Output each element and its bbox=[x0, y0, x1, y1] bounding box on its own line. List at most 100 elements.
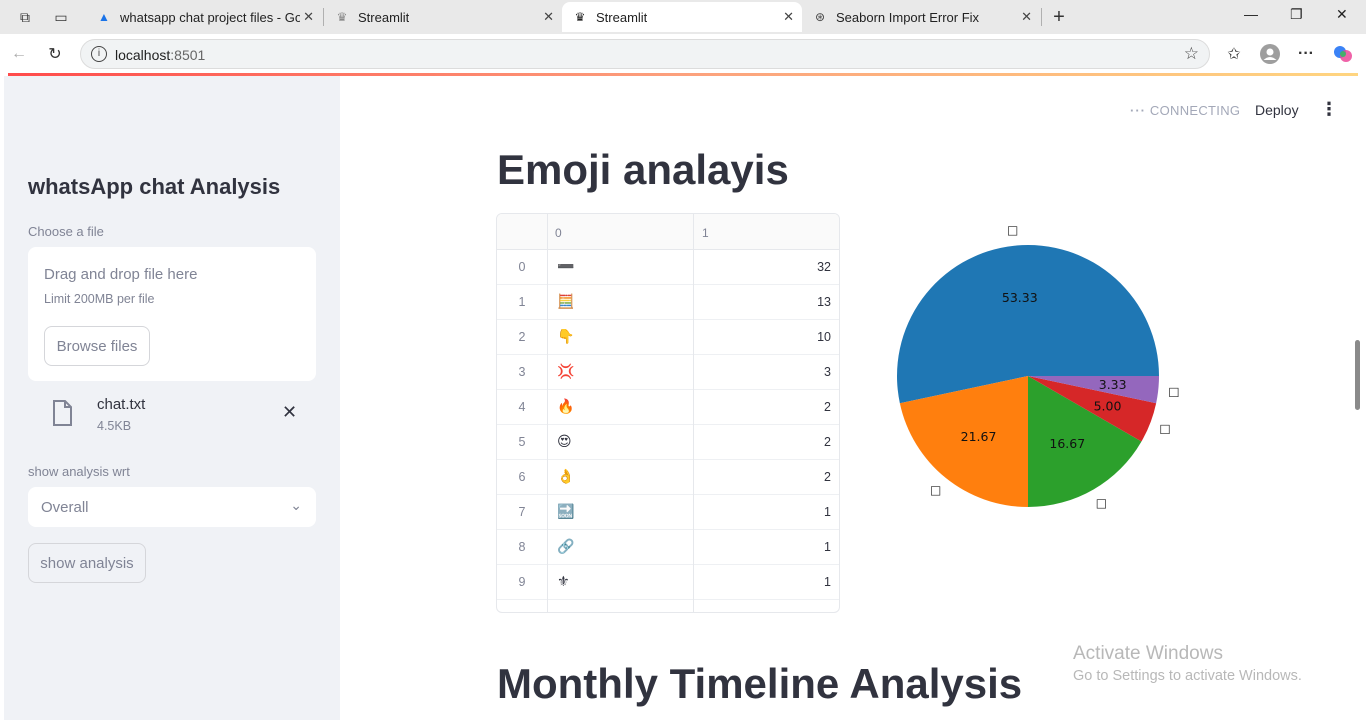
dropzone-instructions: Drag and drop file here bbox=[44, 266, 198, 283]
table-row[interactable]: 0 ➖ 32 bbox=[497, 250, 839, 285]
count-cell: 2 bbox=[824, 400, 831, 414]
emoji-cell: 🧮 bbox=[557, 293, 575, 309]
count-cell: 13 bbox=[817, 295, 831, 309]
table-row[interactable]: 8 🔗 1 bbox=[497, 530, 839, 565]
row-index: 0 bbox=[518, 260, 526, 274]
table-header: 0 1 bbox=[497, 214, 839, 250]
count-cell: 32 bbox=[817, 260, 831, 274]
remove-file-icon[interactable]: ✕ bbox=[282, 402, 297, 423]
pie-value-label: 5.00 bbox=[1094, 398, 1122, 413]
file-dropzone[interactable]: Drag and drop file here Limit 200MB per … bbox=[28, 247, 316, 381]
restore-icon[interactable]: ❐ bbox=[1290, 6, 1303, 23]
browse-files-button[interactable]: Browse files bbox=[44, 326, 150, 366]
tab-seaborn[interactable]: ⊛ Seaborn Import Error Fix ✕ bbox=[802, 2, 1040, 32]
main-menu-icon[interactable]: ⋮ bbox=[1320, 99, 1338, 120]
file-uploader-label: Choose a file bbox=[28, 224, 104, 239]
row-index: 1 bbox=[518, 295, 526, 309]
close-tab-icon[interactable]: ✕ bbox=[783, 9, 794, 25]
close-tab-icon[interactable]: ✕ bbox=[1021, 9, 1032, 25]
tab-streamlit-1[interactable]: ♛ Streamlit ✕ bbox=[324, 2, 562, 32]
count-cell: 2 bbox=[824, 435, 831, 449]
file-icon bbox=[53, 400, 72, 426]
pie-category-label: □ bbox=[1159, 422, 1170, 436]
uploaded-file-size: 4.5KB bbox=[97, 419, 132, 433]
pie-value-label: 3.33 bbox=[1099, 377, 1127, 392]
table-row[interactable]: 2 👇 10 bbox=[497, 320, 839, 355]
table-row[interactable]: 7 🔜 1 bbox=[497, 495, 839, 530]
count-cell: 1 bbox=[824, 575, 831, 589]
table-row[interactable]: 5 😍 2 bbox=[497, 425, 839, 460]
minimize-icon[interactable]: — bbox=[1244, 6, 1258, 22]
close-tab-icon[interactable]: ✕ bbox=[303, 9, 314, 25]
select-value: Overall bbox=[41, 499, 89, 516]
pie-category-label: □ bbox=[1007, 223, 1018, 237]
emoji-pie-chart: 53.33 □ 21.67 □ 16.67 □ 5.00 □ 3.33 □ bbox=[897, 223, 1180, 510]
url-text: localhost:8501 bbox=[115, 47, 206, 63]
close-window-icon[interactable]: ✕ bbox=[1336, 6, 1348, 23]
tab-title: whatsapp chat project files - Goo bbox=[120, 9, 300, 25]
workspaces-icon[interactable]: ⧉ bbox=[14, 6, 36, 28]
analysis-select[interactable]: Overall ⌄ bbox=[28, 487, 316, 527]
emoji-cell: ⚜ bbox=[557, 573, 570, 589]
table-row[interactable]: 4 🔥 2 bbox=[497, 390, 839, 425]
uploaded-file-name: chat.txt bbox=[97, 396, 146, 413]
column-header: 1 bbox=[702, 226, 709, 240]
main-content: ··· CONNECTING Deploy ⋮ Emoji analayis 0… bbox=[340, 76, 1356, 720]
streamlit-icon: ♛ bbox=[336, 10, 348, 24]
openai-icon: ⊛ bbox=[814, 10, 826, 24]
count-cell: 1 bbox=[824, 505, 831, 519]
pie-category-label: □ bbox=[1168, 384, 1179, 398]
table-row[interactable]: 3 💢 3 bbox=[497, 355, 839, 390]
reload-icon[interactable]: ↻ bbox=[44, 43, 66, 65]
emoji-cell: 👇 bbox=[557, 328, 575, 344]
more-options-icon[interactable]: ··· bbox=[1295, 43, 1317, 65]
pie-value-label: 16.67 bbox=[1049, 436, 1085, 451]
tab-streamlit-active[interactable]: ♛ Streamlit ✕ bbox=[562, 2, 802, 32]
pie-value-label: 53.33 bbox=[1002, 290, 1038, 305]
close-tab-icon[interactable]: ✕ bbox=[543, 9, 554, 25]
row-index: 6 bbox=[518, 470, 526, 484]
emoji-dataframe[interactable]: 0 1 0 ➖ 32 1 🧮 13 2 👇 10 3 💢 3 4 🔥 2 5 😍 2 6 👌 2 7 🔜 1 8 🔗 1 9 ⚜ 1 bbox=[496, 213, 840, 613]
show-analysis-button[interactable]: show analysis bbox=[28, 543, 146, 583]
emoji-cell: 👌 bbox=[557, 468, 575, 484]
tab-drive[interactable]: ▲ whatsapp chat project files - Goo ✕ bbox=[86, 2, 322, 32]
activate-windows-subtitle: Go to Settings to activate Windows. bbox=[1073, 668, 1302, 684]
activate-windows-title: Activate Windows bbox=[1073, 643, 1223, 664]
emoji-cell: 🔜 bbox=[557, 503, 575, 519]
new-tab-icon[interactable]: + bbox=[1048, 6, 1070, 28]
google-drive-icon: ▲ bbox=[98, 10, 110, 24]
emoji-cell: 🔗 bbox=[557, 538, 575, 554]
row-index: 3 bbox=[518, 365, 526, 379]
row-index: 8 bbox=[518, 540, 526, 554]
emoji-cell: 💢 bbox=[557, 363, 575, 379]
sidebar: whatsApp chat Analysis Choose a file Dra… bbox=[4, 76, 340, 720]
pie-category-label: □ bbox=[930, 483, 941, 497]
table-row[interactable]: 6 👌 2 bbox=[497, 460, 839, 495]
back-icon[interactable]: ← bbox=[8, 43, 30, 65]
sidebar-title: whatsApp chat Analysis bbox=[28, 174, 281, 199]
tab-actions-icon[interactable]: ▭ bbox=[50, 6, 72, 28]
site-info-icon[interactable]: i bbox=[91, 46, 107, 62]
browser-address-bar: ← ↻ i localhost:8501 ☆ ✩ ··· bbox=[0, 34, 1366, 74]
table-row[interactable]: 9 ⚜ 1 bbox=[497, 565, 839, 600]
pie-value-label: 21.67 bbox=[961, 429, 997, 444]
page-scrollbar[interactable] bbox=[1355, 340, 1360, 410]
favorites-icon[interactable]: ✩ bbox=[1223, 43, 1245, 65]
profile-avatar-icon[interactable] bbox=[1259, 43, 1281, 65]
count-cell: 2 bbox=[824, 470, 831, 484]
pie-category-label: □ bbox=[1096, 496, 1107, 510]
column-header: 0 bbox=[555, 226, 562, 240]
tab-title: Streamlit bbox=[358, 9, 410, 25]
deploy-button[interactable]: Deploy bbox=[1255, 102, 1299, 118]
row-index: 4 bbox=[518, 400, 526, 414]
table-row[interactable]: 1 🧮 13 bbox=[497, 285, 839, 320]
emoji-cell: 🔥 bbox=[557, 398, 575, 414]
favorite-star-icon[interactable]: ☆ bbox=[1184, 44, 1199, 64]
url-field[interactable]: i localhost:8501 ☆ bbox=[80, 39, 1210, 69]
chevron-down-icon: ⌄ bbox=[290, 497, 302, 513]
copilot-icon[interactable] bbox=[1332, 43, 1354, 65]
streamlit-icon: ♛ bbox=[574, 10, 586, 24]
emoji-heading: Emoji analayis bbox=[497, 146, 789, 193]
browser-tab-bar: ⧉ ▭ ▲ whatsapp chat project files - Goo … bbox=[0, 0, 1366, 34]
row-index: 7 bbox=[518, 505, 526, 519]
